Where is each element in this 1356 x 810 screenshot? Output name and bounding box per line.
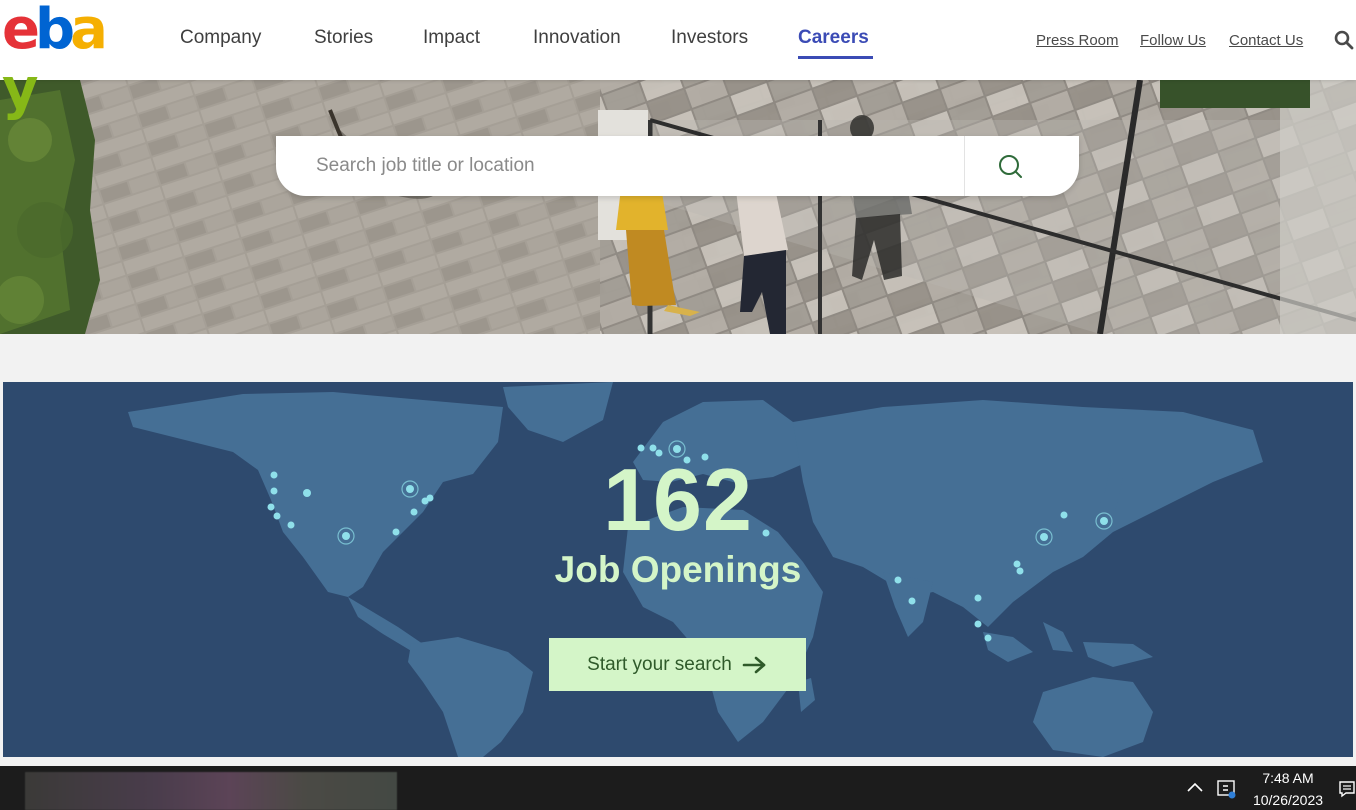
logo-letter-y: y <box>2 57 38 122</box>
site-header: ebay Company Stories Impact Innovation I… <box>0 0 1356 120</box>
press-room-link[interactable]: Press Room <box>1036 32 1119 50</box>
nav-impact[interactable]: Impact <box>423 26 480 50</box>
hero-banner <box>0 80 1356 334</box>
start-search-button[interactable]: Start your search <box>549 638 806 691</box>
logo-letter-e: e <box>2 0 40 62</box>
job-openings-label: Job Openings <box>554 549 802 590</box>
hero-photo <box>0 80 1356 334</box>
job-openings-count: 162 <box>603 450 753 549</box>
clock-date[interactable]: 10/26/2023 <box>1244 792 1332 809</box>
ebay-logo[interactable]: ebay <box>2 0 134 120</box>
search-divider <box>964 136 965 196</box>
arrow-right-icon <box>742 656 766 673</box>
os-taskbar: 7:48 AM 10/26/2023 <box>0 766 1356 810</box>
nav-careers[interactable]: Careers <box>798 26 869 50</box>
start-search-label: Start your search <box>587 653 732 675</box>
job-search-input[interactable] <box>316 153 956 179</box>
nav-stories[interactable]: Stories <box>314 26 373 50</box>
active-nav-underline <box>798 56 873 59</box>
follow-us-link[interactable]: Follow Us <box>1140 32 1206 50</box>
nav-company[interactable]: Company <box>180 26 261 50</box>
taskbar-apps-blurred <box>25 772 397 810</box>
logo-letter-a: a <box>70 0 108 62</box>
contact-us-link[interactable]: Contact Us <box>1229 32 1303 50</box>
job-openings-section: 162 Job Openings Start your search <box>3 382 1353 757</box>
nav-investors[interactable]: Investors <box>671 26 748 50</box>
app-tray-icon[interactable] <box>1216 778 1238 800</box>
chevron-up-icon[interactable] <box>1186 780 1204 794</box>
notification-icon[interactable] <box>1338 780 1356 798</box>
logo-letter-b: b <box>34 0 75 62</box>
clock-time[interactable]: 7:48 AM <box>1246 770 1330 787</box>
job-search-button[interactable] <box>996 152 1026 182</box>
nav-innovation[interactable]: Innovation <box>533 26 621 50</box>
search-icon <box>999 155 1022 178</box>
job-search-bar <box>276 136 1079 196</box>
search-icon[interactable] <box>1334 30 1354 50</box>
